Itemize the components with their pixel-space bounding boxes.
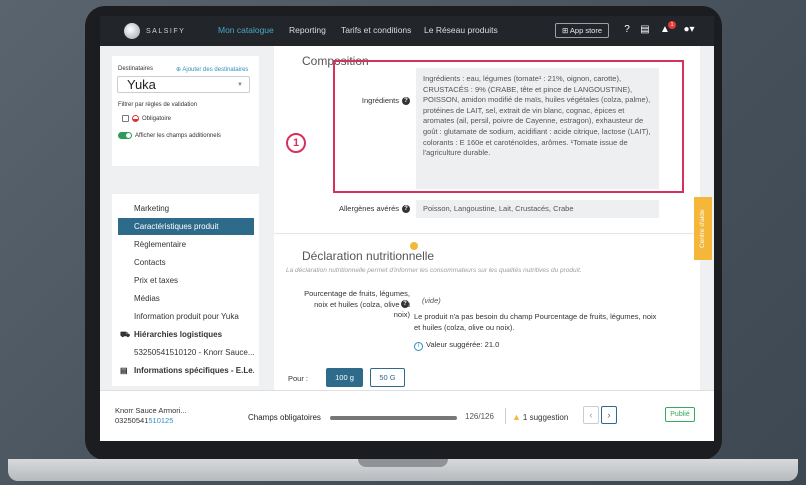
product-code-prefix: 03250541 — [115, 416, 149, 425]
section-navigation: Marketing Caractéristiques produit Règle… — [112, 194, 259, 386]
mandatory-progress-bar — [330, 416, 457, 420]
logo-text: SALSIFY — [146, 27, 186, 35]
obligatoire-filter[interactable]: Obligatoire — [122, 115, 171, 122]
allergens-label: Allergènes avérés — [338, 204, 399, 213]
sidebar-item-knorr[interactable]: 53250541510120 - Knorr Sauce... — [118, 344, 254, 361]
allergens-field[interactable]: Poisson, Langoustine, Lait, Crustacés, C… — [416, 200, 659, 218]
nav-mon-catalogue[interactable]: Mon catalogue — [218, 25, 274, 35]
nav-reseau-produits[interactable]: Le Réseau produits — [424, 25, 498, 35]
sidebar-item-yuka[interactable]: Information produit pour Yuka — [118, 308, 254, 325]
previous-button[interactable]: ‹ — [583, 406, 599, 424]
logo-icon — [124, 23, 140, 39]
suggestion-text: 1 suggestion — [522, 413, 569, 422]
nutrition-subtitle: La déclaration nutritionnelle permet d'i… — [286, 267, 582, 274]
destinataires-label: Destinataires — [118, 66, 154, 72]
mandatory-count: 126/126 — [465, 412, 494, 421]
app-screen: SALSIFY Mon catalogue Reporting Tarifs e… — [100, 16, 714, 441]
notification-badge: 1 — [668, 21, 676, 29]
fruit-label: Pourcentage de fruits, légumes, noix et … — [304, 289, 410, 319]
help-icon[interactable]: ? — [402, 205, 410, 214]
sidebar-item-reglementaire[interactable]: Règlementaire — [118, 236, 254, 253]
highlight-frame — [333, 60, 684, 193]
sidebar-item-informations[interactable]: ▤ Informations spécifiques - E.Le... — [118, 362, 254, 379]
product-code-highlight: 510125 — [148, 416, 174, 425]
footer-divider — [505, 408, 506, 424]
suggested-text: Valeur suggérée: 21.0 — [426, 340, 500, 349]
section-divider — [274, 233, 700, 234]
top-navigation-bar: SALSIFY Mon catalogue Reporting Tarifs e… — [100, 16, 714, 46]
sidebar-item-contacts[interactable]: Contacts — [118, 254, 254, 271]
chevron-down-icon: ▼ — [237, 82, 243, 88]
hierarchies-label: Hiérarchies logistiques — [134, 330, 223, 339]
sidebar-item-prix[interactable]: Prix et taxes — [118, 272, 254, 289]
obligatoire-checkbox[interactable] — [122, 115, 129, 122]
chat-icon[interactable]: ▤ — [639, 24, 651, 36]
portion-50g-button[interactable]: 50 G — [370, 368, 405, 387]
printer-icon: ▤ — [120, 366, 128, 375]
footer-bar: Knorr Sauce Armori... 03250541510125 Cha… — [100, 390, 714, 441]
user-menu-icon[interactable]: ●▾ — [679, 24, 699, 36]
nav-reporting[interactable]: Reporting — [289, 25, 326, 35]
add-destinataires-text: Ajouter des destinataires — [182, 67, 249, 73]
callout-badge: 1 — [286, 133, 306, 153]
additional-fields-label: Afficher les champs additionnels — [135, 132, 221, 139]
informations-label: Informations spécifiques - E.Le... — [134, 366, 254, 375]
nav-tarifs[interactable]: Tarifs et conditions — [341, 25, 411, 35]
add-destinataires-link[interactable]: ⊕ Ajouter des destinataires — [176, 66, 248, 73]
help-center-tab[interactable]: Centre d'aide — [694, 197, 712, 260]
help-icon[interactable]: ? — [621, 24, 633, 36]
fruit-label-row: Pourcentage de fruits, légumes, noix et … — [302, 289, 410, 321]
rules-label: Filtrer par règles de validation — [118, 102, 198, 108]
info-icon: i — [414, 342, 423, 351]
pour-label: Pour : — [288, 374, 309, 383]
destinataire-value: Yuka — [127, 77, 156, 92]
obligatoire-label: Obligatoire — [142, 115, 172, 122]
help-icon[interactable]: ? — [401, 300, 409, 308]
product-code: 03250541510125 — [115, 416, 173, 425]
sidebar-item-medias[interactable]: Médias — [118, 290, 254, 307]
product-name: Knorr Sauce Armori... — [115, 406, 187, 415]
progress-fill — [330, 416, 457, 420]
truck-icon: ⛟ — [120, 330, 131, 339]
portion-100g-button[interactable]: 100 g — [326, 368, 363, 387]
status-badge: Publié — [665, 407, 695, 422]
laptop-notch — [358, 459, 448, 467]
main-content: Composition Ingrédients? Ingrédients : e… — [274, 46, 700, 390]
additional-fields-toggle-row[interactable]: Afficher les champs additionnels — [118, 132, 221, 139]
sidebar-item-hierarchies[interactable]: ⛟ Hiérarchies logistiques — [118, 326, 254, 343]
suggested-value[interactable]: i Valeur suggérée: 21.0 — [414, 340, 499, 351]
destinataire-select[interactable]: Yuka ▼ — [117, 76, 250, 93]
filter-panel: Destinataires ⊕ Ajouter des destinataire… — [112, 56, 259, 166]
nutrition-title: Déclaration nutritionnelle — [302, 249, 435, 263]
sidebar-item-marketing[interactable]: Marketing — [118, 200, 254, 217]
app-store-button[interactable]: ⊞ App store — [555, 23, 609, 38]
fruit-message: Le produit n'a pas besoin du champ Pourc… — [414, 312, 657, 332]
next-button[interactable]: › — [601, 406, 617, 424]
allergens-label-row: Allergènes avérés? — [314, 204, 410, 214]
mandatory-fields-label: Champs obligatoires — [248, 413, 321, 422]
fruit-value[interactable]: (vide) — [422, 296, 441, 305]
mandatory-icon — [132, 115, 139, 122]
sidebar-item-caracteristiques[interactable]: Caractéristiques produit — [118, 218, 254, 235]
suggestion-count[interactable]: ▲ 1 suggestion — [512, 412, 568, 422]
salsify-logo[interactable]: SALSIFY — [124, 23, 185, 39]
additional-fields-toggle[interactable] — [118, 132, 132, 139]
warning-icon: ▲ — [512, 412, 521, 422]
